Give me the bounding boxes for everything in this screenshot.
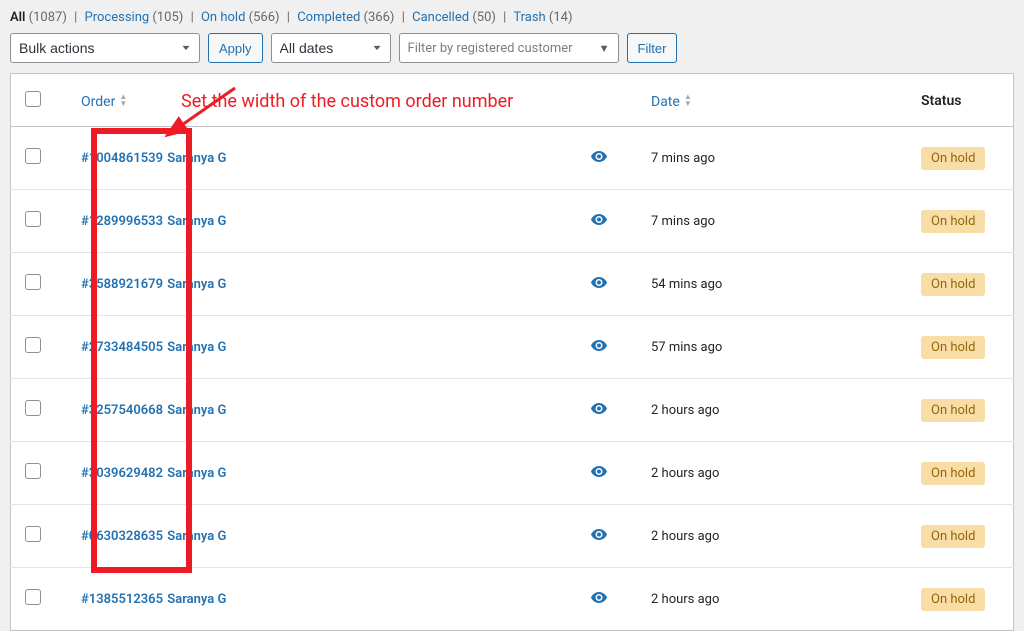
column-header-order[interactable]: Order (71, 74, 171, 127)
order-customer: Saranya G (167, 592, 226, 607)
filter-completed[interactable]: Completed (297, 10, 360, 25)
table-row: #1004861539 Saranya G 7 mins ago On hold (11, 127, 1014, 190)
filter-processing-count: (105) (152, 10, 183, 25)
order-number: #1385512365 (81, 592, 163, 607)
order-customer: Saranya G (167, 403, 226, 418)
table-row: #0630328635 Saranya G 2 hours ago On hold (11, 505, 1014, 568)
filter-trash-count: (14) (549, 10, 573, 25)
filter-onhold[interactable]: On hold (201, 10, 245, 25)
apply-button[interactable]: Apply (208, 33, 263, 63)
order-link[interactable]: #2733484505 Saranya G (81, 340, 226, 355)
order-link[interactable]: #1289996533 Saranya G (81, 214, 226, 229)
status-badge: On hold (921, 336, 985, 359)
order-customer: Saranya G (167, 340, 226, 355)
table-row: #3039629482 Saranya G 2 hours ago On hold (11, 442, 1014, 505)
order-customer: Saranya G (167, 529, 226, 544)
row-checkbox[interactable] (25, 589, 41, 605)
order-date: 2 hours ago (651, 403, 719, 418)
row-checkbox[interactable] (25, 211, 41, 227)
orders-table: Order Set the width of the custom order … (10, 73, 1014, 631)
filter-customer-placeholder: Filter by registered customer (408, 41, 573, 56)
order-link[interactable]: #3588921679 Saranya G (81, 277, 226, 292)
order-link[interactable]: #0630328635 Saranya G (81, 529, 226, 544)
order-customer: Saranya G (167, 151, 226, 166)
filter-cancelled-count: (50) (472, 10, 496, 25)
order-number: #3588921679 (81, 277, 163, 292)
status-badge: On hold (921, 525, 985, 548)
status-filter-bar: All (1087) | Processing (105) | On hold … (10, 10, 1014, 25)
order-customer: Saranya G (167, 277, 226, 292)
table-row: #3257540668 Saranya G 2 hours ago On hold (11, 379, 1014, 442)
preview-eye-icon[interactable] (591, 592, 607, 607)
order-date: 57 mins ago (651, 340, 722, 355)
status-badge: On hold (921, 147, 985, 170)
sort-icon (684, 93, 692, 107)
table-row: #3588921679 Saranya G 54 mins ago On hold (11, 253, 1014, 316)
table-row: #1289996533 Saranya G 7 mins ago On hold (11, 190, 1014, 253)
order-number: #0630328635 (81, 529, 163, 544)
table-row: #2733484505 Saranya G 57 mins ago On hold (11, 316, 1014, 379)
row-checkbox[interactable] (25, 274, 41, 290)
preview-eye-icon[interactable] (591, 466, 607, 481)
order-link[interactable]: #3039629482 Saranya G (81, 466, 226, 481)
select-all-checkbox[interactable] (25, 91, 41, 107)
row-checkbox[interactable] (25, 148, 41, 164)
column-header-status[interactable]: Status (911, 74, 1014, 127)
order-date: 2 hours ago (651, 466, 719, 481)
order-number: #1004861539 (81, 151, 163, 166)
sort-icon (119, 93, 127, 107)
filter-completed-count: (366) (364, 10, 395, 25)
order-number: #3039629482 (81, 466, 163, 481)
chevron-down-icon: ▼ (599, 42, 610, 55)
order-date: 7 mins ago (651, 214, 715, 229)
order-link[interactable]: #1004861539 Saranya G (81, 151, 226, 166)
status-badge: On hold (921, 273, 985, 296)
filter-cancelled[interactable]: Cancelled (412, 10, 469, 25)
row-checkbox[interactable] (25, 463, 41, 479)
filter-customer-select[interactable]: Filter by registered customer ▼ (399, 33, 619, 63)
filter-processing[interactable]: Processing (85, 10, 150, 25)
order-date: 54 mins ago (651, 277, 722, 292)
row-checkbox[interactable] (25, 337, 41, 353)
filter-onhold-count: (566) (249, 10, 280, 25)
preview-eye-icon[interactable] (591, 151, 607, 166)
bulk-actions-select[interactable]: Bulk actions (10, 33, 200, 63)
row-checkbox[interactable] (25, 526, 41, 542)
preview-eye-icon[interactable] (591, 277, 607, 292)
status-badge: On hold (921, 399, 985, 422)
filter-all-count: (1087) (29, 10, 67, 25)
status-badge: On hold (921, 462, 985, 485)
annotation-caption: Set the width of the custom order number (181, 91, 513, 112)
order-date: 2 hours ago (651, 529, 719, 544)
order-number: #2733484505 (81, 340, 163, 355)
filter-all[interactable]: All (10, 10, 25, 25)
preview-eye-icon[interactable] (591, 340, 607, 355)
preview-eye-icon[interactable] (591, 403, 607, 418)
order-customer: Saranya G (167, 466, 226, 481)
order-number: #3257540668 (81, 403, 163, 418)
row-checkbox[interactable] (25, 400, 41, 416)
order-link[interactable]: #1385512365 Saranya G (81, 592, 226, 607)
date-filter-select[interactable]: All dates (271, 33, 391, 63)
order-link[interactable]: #3257540668 Saranya G (81, 403, 226, 418)
filter-button[interactable]: Filter (627, 33, 678, 63)
preview-eye-icon[interactable] (591, 214, 607, 229)
order-customer: Saranya G (167, 214, 226, 229)
preview-eye-icon[interactable] (591, 529, 607, 544)
order-number: #1289996533 (81, 214, 163, 229)
order-date: 7 mins ago (651, 151, 715, 166)
tablenav-top: Bulk actions Apply All dates Filter by r… (10, 33, 1014, 63)
status-badge: On hold (921, 588, 985, 611)
filter-trash[interactable]: Trash (513, 10, 545, 25)
order-date: 2 hours ago (651, 592, 719, 607)
column-header-date[interactable]: Date (641, 74, 911, 127)
annotation-caption-cell: Set the width of the custom order number (171, 74, 581, 127)
status-badge: On hold (921, 210, 985, 233)
table-row: #1385512365 Saranya G 2 hours ago On hold (11, 568, 1014, 631)
